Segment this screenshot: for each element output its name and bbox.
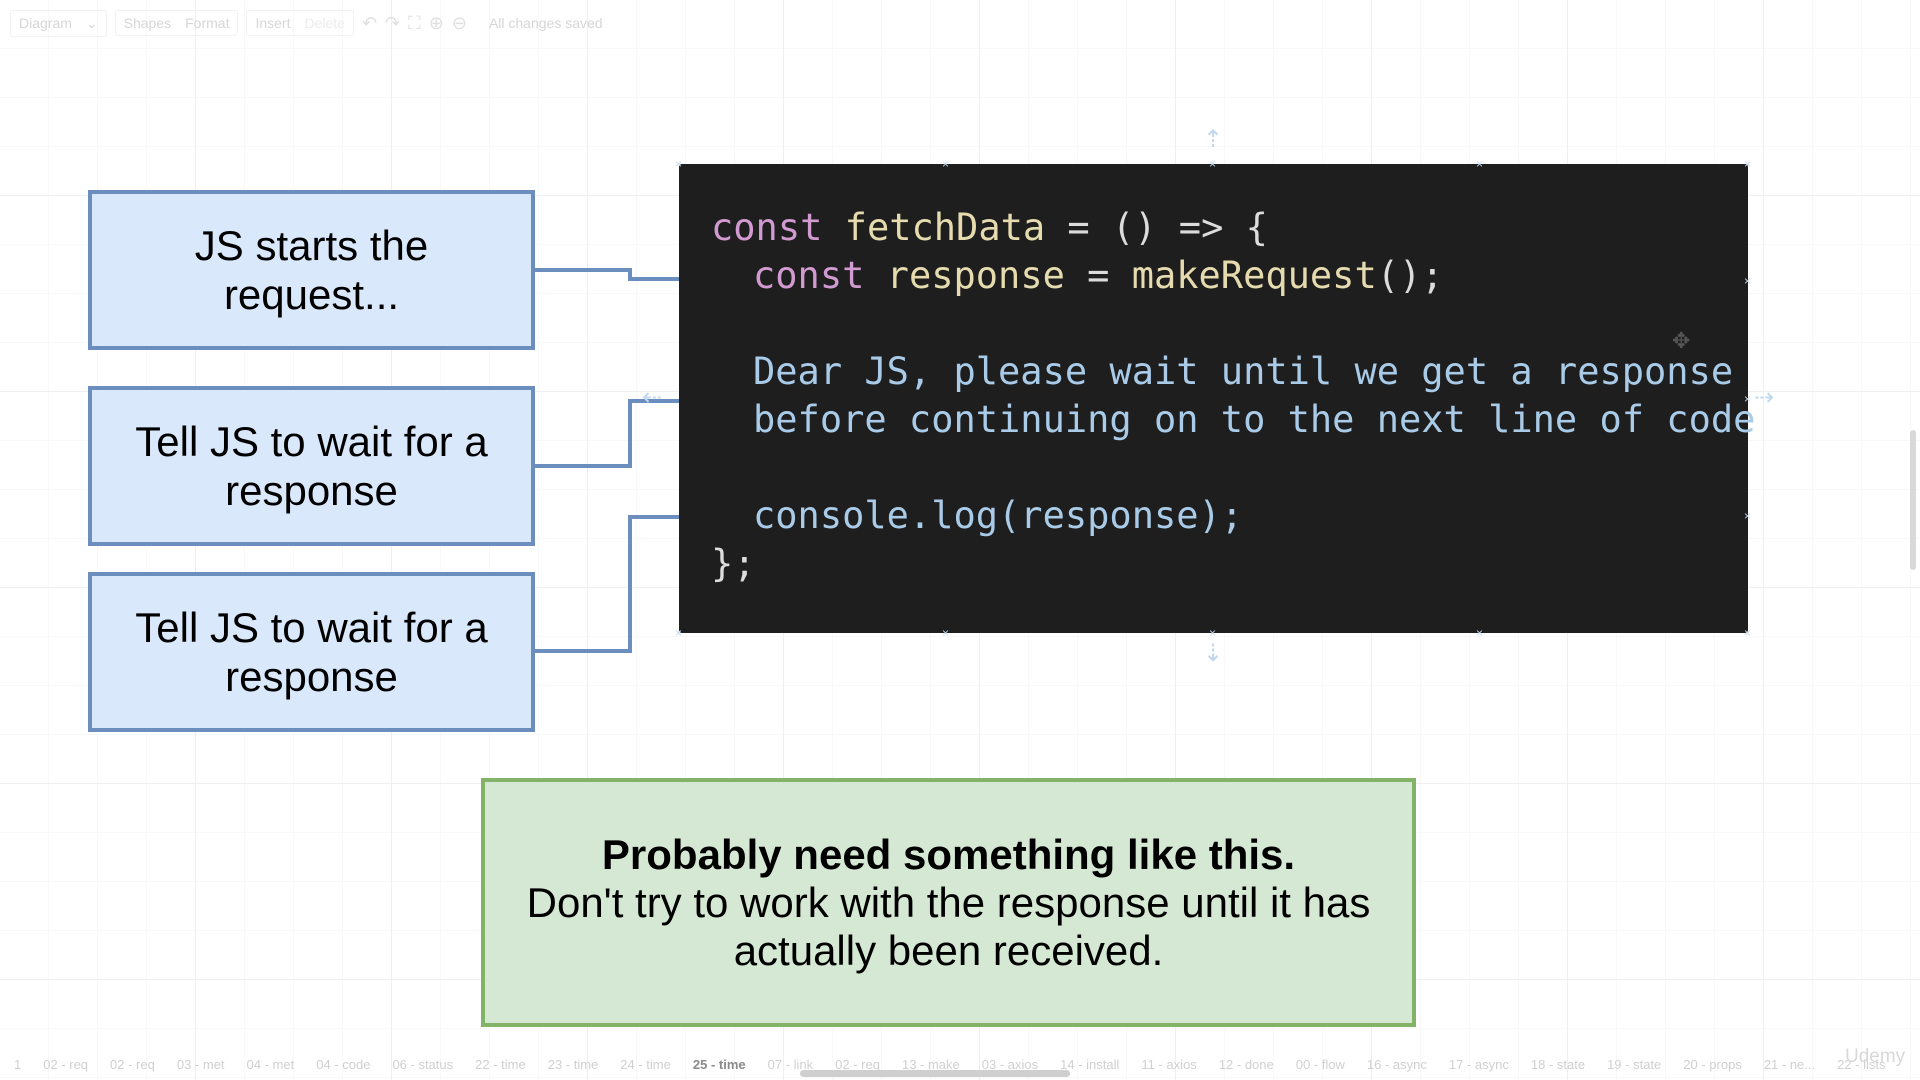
page-tab[interactable]: 12 - done: [1219, 1057, 1274, 1072]
step-box-start[interactable]: JS starts the request...: [88, 190, 535, 350]
page-tab[interactable]: 18 - state: [1531, 1057, 1585, 1072]
code-comment-line-2: before continuing on to the next line of…: [753, 398, 1756, 441]
step-label: Tell JS to wait for a response: [135, 418, 488, 514]
code-text: ();: [1376, 254, 1444, 297]
step-box-wait-2[interactable]: Tell JS to wait for a response: [88, 572, 535, 732]
page-tab[interactable]: 00 - flow: [1296, 1057, 1345, 1072]
page-tab[interactable]: 21 - ne...: [1764, 1057, 1815, 1072]
udemy-watermark: Udemy: [1845, 1046, 1906, 1067]
code-keyword: const: [753, 254, 865, 297]
arrow-up-icon[interactable]: ⇡: [1203, 128, 1223, 152]
selection-handle[interactable]: ×: [1744, 627, 1751, 639]
selection-handle[interactable]: ×: [1744, 510, 1751, 522]
page-tab-active[interactable]: 25 - time: [693, 1057, 746, 1072]
note-title: Probably need something like this.: [601, 830, 1296, 878]
selection-handle[interactable]: ×: [675, 627, 682, 639]
code-line-1: const fetchData = () => {: [711, 204, 1748, 252]
code-text: =: [1064, 254, 1132, 297]
selection-handle[interactable]: ×: [675, 158, 682, 170]
selection-handle[interactable]: ×: [1209, 627, 1216, 639]
code-identifier: response: [864, 254, 1065, 297]
horizontal-scrollbar[interactable]: [800, 1070, 1070, 1077]
page-tab[interactable]: 04 - code: [316, 1057, 370, 1072]
page-tab[interactable]: 20 - props: [1683, 1057, 1742, 1072]
page-tab[interactable]: 02 - req: [43, 1057, 88, 1072]
code-line-2: const response = makeRequest();: [711, 252, 1748, 300]
step-box-wait[interactable]: Tell JS to wait for a response: [88, 386, 535, 546]
note-body: Don't try to work with the response unti…: [526, 878, 1371, 974]
page-tab[interactable]: 03 - met: [177, 1057, 225, 1072]
vertical-scrollbar[interactable]: [1910, 430, 1916, 570]
arrow-right-icon[interactable]: ⇢: [1754, 386, 1774, 410]
selection-handle[interactable]: ×: [1209, 158, 1216, 170]
step-label: JS starts the request...: [194, 222, 429, 318]
arrow-left-icon[interactable]: ⇠: [642, 386, 662, 410]
code-function-call: makeRequest: [1131, 254, 1377, 297]
page-tab[interactable]: 14 - install: [1060, 1057, 1119, 1072]
page-tab[interactable]: 02 - req: [110, 1057, 155, 1072]
page-tab[interactable]: 24 - time: [620, 1057, 671, 1072]
page-tab[interactable]: 11 - axios: [1141, 1057, 1196, 1072]
code-text: = () => {: [1045, 206, 1268, 249]
page-tab[interactable]: 16 - async: [1367, 1057, 1427, 1072]
code-keyword: const: [711, 206, 823, 249]
note-box[interactable]: Probably need something like this. Don't…: [481, 778, 1416, 1027]
code-line-5: console.log(response);: [753, 494, 1244, 537]
selection-handle[interactable]: ×: [1744, 275, 1751, 287]
selection-handle[interactable]: ×: [942, 158, 949, 170]
page-tab[interactable]: 04 - met: [247, 1057, 295, 1072]
page-tab[interactable]: 1: [14, 1057, 21, 1072]
arrow-down-icon[interactable]: ⇣: [1203, 642, 1223, 666]
step-label: Tell JS to wait for a response: [135, 604, 488, 700]
page-tab[interactable]: 22 - time: [475, 1057, 526, 1072]
selection-handle[interactable]: ×: [1476, 158, 1483, 170]
code-identifier: fetchData: [822, 206, 1046, 249]
code-line-6: };: [711, 542, 756, 585]
page-tab[interactable]: 17 - async: [1449, 1057, 1509, 1072]
page-tab[interactable]: 19 - state: [1607, 1057, 1661, 1072]
selection-handle[interactable]: ×: [1744, 393, 1751, 405]
selection-handle[interactable]: ×: [942, 627, 949, 639]
code-comment-line-1: Dear JS, please wait until we get a resp…: [753, 350, 1734, 393]
page-tab[interactable]: 06 - status: [392, 1057, 453, 1072]
move-cursor-icon: ✥: [1672, 328, 1691, 353]
page-tab[interactable]: 23 - time: [548, 1057, 599, 1072]
selection-handle[interactable]: ×: [1744, 158, 1751, 170]
selection-handle[interactable]: ×: [1476, 627, 1483, 639]
code-block[interactable]: const fetchData = () => { const response…: [679, 164, 1756, 633]
